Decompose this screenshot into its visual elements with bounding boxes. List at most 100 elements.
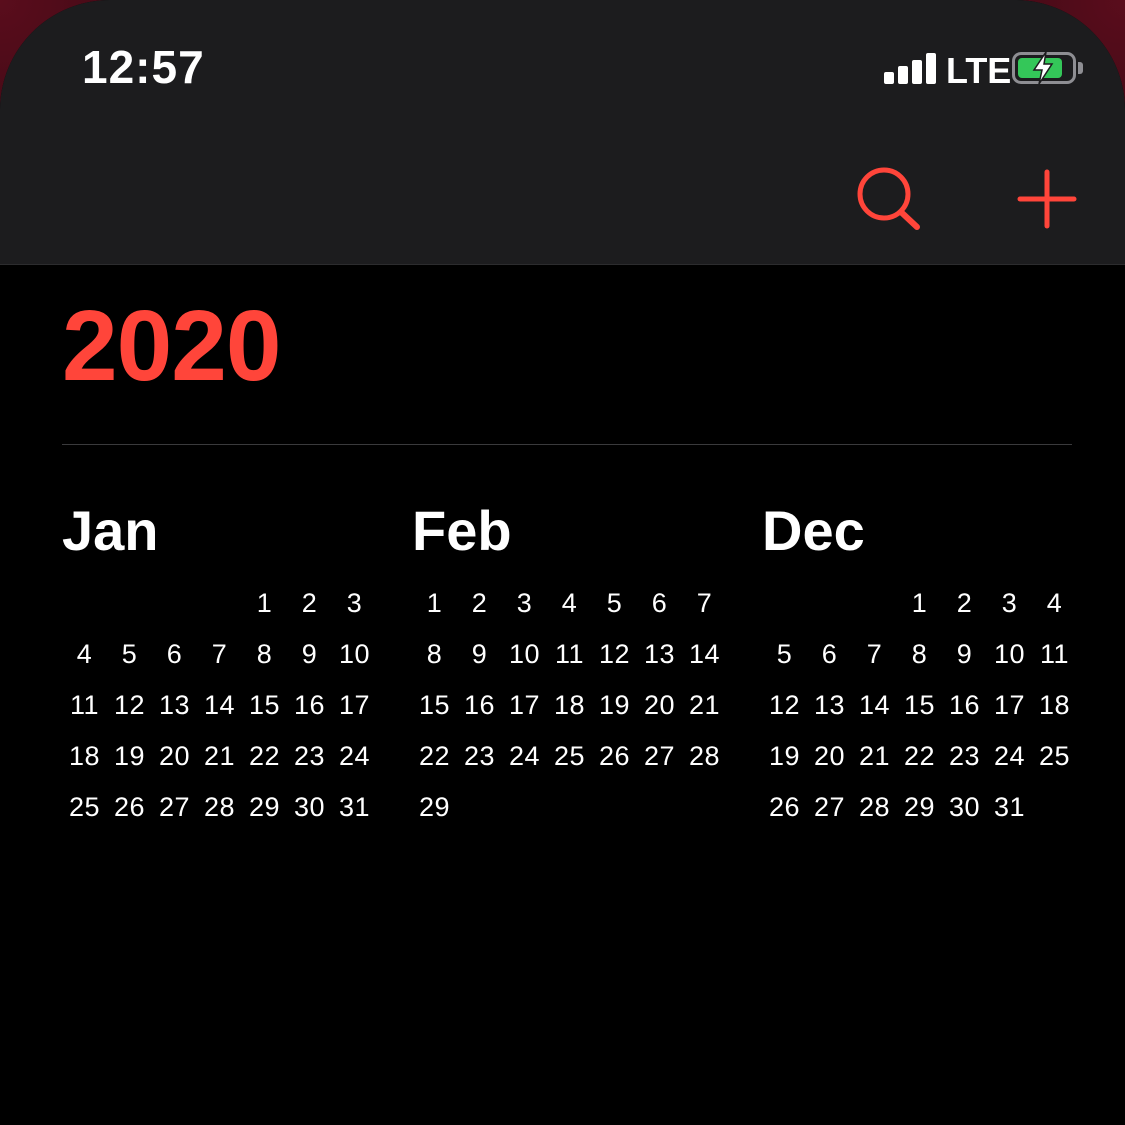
day-cell: 15 [418,690,451,720]
day-cell: 24 [508,741,541,771]
day-cell: 5 [606,588,623,618]
search-icon [857,167,920,230]
empty-day-cell [807,578,852,629]
day-cell: 10 [993,639,1026,669]
day-cell: 6 [651,588,668,618]
day-cell: 29 [903,792,936,822]
day-cell: 17 [338,690,371,720]
empty-day-cell [62,578,107,629]
day-cell: 23 [948,741,981,771]
year-title[interactable]: 2020 [62,296,281,396]
day-cell: 16 [948,690,981,720]
day-cell: 11 [69,690,100,720]
empty-day-cell [107,578,152,629]
day-cell: 7 [211,639,228,669]
day-cell: 28 [858,792,891,822]
status-time: 12:57 [82,41,205,93]
day-cell: 11 [1039,639,1070,669]
day-cell: 17 [993,690,1026,720]
day-cell: 26 [598,741,631,771]
month-dec[interactable]: Dec 1 2 3 4 5 6 7 8 9 10 11 12 13 14 15 16 17 18 19 20 21 22 23… [762,496,1082,833]
empty-day-cell [1032,782,1077,833]
empty-day-cell [547,782,592,833]
battery-nub [1078,62,1083,74]
day-cell: 22 [248,741,281,771]
day-cell: 21 [203,741,236,771]
day-cell: 2 [956,588,973,618]
day-cell: 6 [166,639,183,669]
search-button[interactable] [854,166,924,232]
month-name: Dec [762,499,865,562]
day-cell: 18 [553,690,586,720]
month-jan[interactable]: Jan 1 2 3 4 5 6 7 8 9 10 11 12 13 14 15 16 17 18 19 20 21 22 23… [62,496,382,833]
carrier-label: LTE [946,50,1012,91]
day-cell: 21 [858,741,891,771]
day-cell: 8 [426,639,443,669]
signal-strength-icon [884,52,938,84]
day-cell: 29 [418,792,451,822]
day-cell: 4 [76,639,93,669]
day-cell: 7 [866,639,883,669]
empty-day-cell [197,578,242,629]
day-cell: 21 [688,690,721,720]
day-cell: 22 [903,741,936,771]
charging-bolt-icon [1032,51,1054,85]
day-cell: 3 [1001,588,1018,618]
day-cell: 6 [821,639,838,669]
day-cell: 3 [516,588,533,618]
day-cell: 20 [643,690,676,720]
empty-day-cell [152,578,197,629]
day-cell: 9 [956,639,973,669]
day-cell: 24 [993,741,1026,771]
year-divider [62,444,1072,445]
empty-day-cell [682,782,727,833]
day-cell: 12 [598,639,631,669]
day-cell: 22 [418,741,451,771]
day-cell: 7 [696,588,713,618]
day-cell: 10 [508,639,541,669]
month-feb[interactable]: Feb 1 2 3 4 5 6 7 8 9 10 11 12 13 14 15 16 17 18 19 20 21 22 23… [412,496,732,833]
day-cell: 20 [158,741,191,771]
day-cell: 1 [426,588,443,618]
day-cell: 27 [643,741,676,771]
empty-day-cell [762,578,807,629]
day-cell: 16 [463,690,496,720]
day-cell: 15 [903,690,936,720]
day-cell: 1 [256,588,273,618]
day-cell: 27 [813,792,846,822]
day-cell: 4 [561,588,578,618]
day-cell: 9 [301,639,318,669]
add-event-button[interactable] [1016,168,1078,230]
day-cell: 24 [338,741,371,771]
day-cell: 5 [776,639,793,669]
day-cell: 14 [858,690,891,720]
day-cell: 18 [68,741,101,771]
day-cell: 28 [203,792,236,822]
day-cell: 9 [471,639,488,669]
day-cell: 11 [554,639,585,669]
day-cell: 29 [248,792,281,822]
day-cell: 30 [293,792,326,822]
empty-day-cell [852,578,897,629]
day-cell: 31 [993,792,1026,822]
day-cell: 26 [113,792,146,822]
day-cell: 12 [768,690,801,720]
day-cell: 25 [553,741,586,771]
day-cell: 3 [346,588,363,618]
day-cell: 28 [688,741,721,771]
day-cell: 12 [113,690,146,720]
empty-day-cell [592,782,637,833]
day-cell: 23 [293,741,326,771]
day-cell: 13 [813,690,846,720]
day-cell: 10 [338,639,371,669]
day-cell: 26 [768,792,801,822]
day-cell: 23 [463,741,496,771]
month-day-grid: 1 2 3 4 5 6 7 8 9 10 11 12 13 14 15 16 17 18 19 20 21 22 23 24 2… [62,578,382,833]
empty-day-cell [502,782,547,833]
empty-day-cell [457,782,502,833]
calendar-app-screen: 12:57 LTE 2020 Jan 1 2 3 4 5 6 7 8 9 10 … [0,0,1125,1125]
navigation-header: 12:57 LTE [0,0,1125,265]
day-cell: 25 [68,792,101,822]
month-day-grid: 1 2 3 4 5 6 7 8 9 10 11 12 13 14 15 16 17 18 19 20 21 22 23 24 2… [412,578,732,833]
day-cell: 1 [911,588,928,618]
